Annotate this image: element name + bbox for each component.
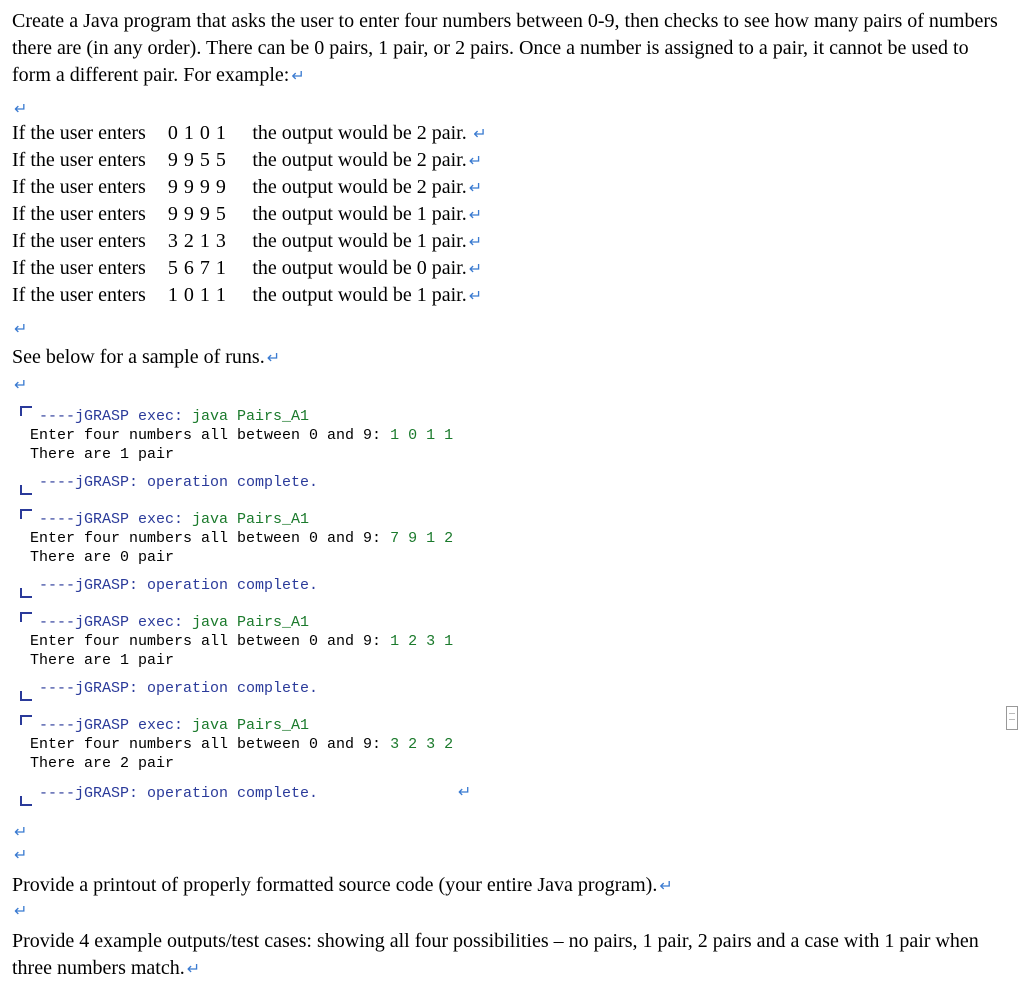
example-numbers: 5 6 7 1 [168,255,253,282]
pilcrow-icon: ↵ [289,68,304,85]
example-output: the output would be 2 pair.↵ [252,174,492,201]
console-exec-line: ----jGRASP exec: java Pairs_A1 [30,717,1012,736]
console-exec-line: ----jGRASP exec: java Pairs_A1 [30,614,1012,633]
console-prompt-line: Enter four numbers all between 0 and 9: … [30,736,1012,755]
pilcrow-icon: ↵ [12,847,27,864]
console-result-line: There are 1 pair [30,652,1012,671]
console-user-input: 1 2 3 1 [390,633,453,650]
example-lead: If the user enters [12,147,168,174]
footer-2-text: Provide 4 example outputs/test cases: sh… [12,930,979,979]
pilcrow-icon: ↵ [657,878,672,895]
pilcrow-icon: ↵ [185,961,200,978]
example-row: If the user enters9 9 9 5the output woul… [12,201,493,228]
example-output: the output would be 0 pair.↵ [252,255,492,282]
example-row: If the user enters3 2 1 3the output woul… [12,228,493,255]
example-output: the output would be 1 pair.↵ [252,201,492,228]
pilcrow-icon: ↵ [467,207,482,224]
pilcrow-icon: ↵ [438,784,471,801]
example-numbers: 0 1 0 1 [168,120,253,147]
example-row: If the user enters9 9 5 5the output woul… [12,147,493,174]
pilcrow-icon: ↵ [467,288,482,305]
console-run: ----jGRASP exec: java Pairs_A1Enter four… [20,509,1012,598]
example-lead: If the user enters [12,120,168,147]
intro-text: Create a Java program that asks the user… [12,10,998,86]
console-output: ----jGRASP exec: java Pairs_A1Enter four… [20,406,1012,806]
example-lead: If the user enters [12,201,168,228]
pilcrow-icon: ↵ [12,321,27,338]
example-lead: If the user enters [12,255,168,282]
example-lead: If the user enters [12,174,168,201]
pilcrow-icon: ↵ [12,101,27,118]
example-row: If the user enters0 1 0 1the output woul… [12,120,493,147]
example-row: If the user enters9 9 9 9the output woul… [12,174,493,201]
console-run: ----jGRASP exec: java Pairs_A1Enter four… [20,612,1012,701]
example-numbers: 9 9 9 5 [168,201,253,228]
pilcrow-icon: ↵ [467,126,487,143]
console-exec-line: ----jGRASP exec: java Pairs_A1 [30,511,1012,530]
console-complete-line: ----jGRASP: operation complete. [30,474,1012,493]
example-numbers: 9 9 9 9 [168,174,253,201]
example-row: If the user enters5 6 7 1the output woul… [12,255,493,282]
pilcrow-icon: ↵ [467,261,482,278]
example-lead: If the user enters [12,228,168,255]
console-prompt-line: Enter four numbers all between 0 and 9: … [30,633,1012,652]
example-numbers: 3 2 1 3 [168,228,253,255]
console-user-input: 3 2 3 2 [390,736,453,753]
console-result-line: There are 2 pair [30,755,1012,774]
console-prompt-line: Enter four numbers all between 0 and 9: … [30,427,1012,446]
footer-1-text: Provide a printout of properly formatted… [12,874,657,896]
footer-line-2: Provide 4 example outputs/test cases: sh… [12,928,1012,982]
see-below-text: See below for a sample of runs. [12,346,265,368]
console-run: ----jGRASP exec: java Pairs_A1Enter four… [20,715,1012,806]
example-output: the output would be 1 pair.↵ [252,282,492,309]
console-result-line: There are 0 pair [30,549,1012,568]
example-output: the output would be 2 pair.↵ [252,147,492,174]
console-complete-line: ----jGRASP: operation complete. [30,577,1012,596]
console-result-line: There are 1 pair [30,446,1012,465]
pilcrow-icon: ↵ [265,350,280,367]
console-exec-line: ----jGRASP exec: java Pairs_A1 [30,408,1012,427]
example-numbers: 9 9 5 5 [168,147,253,174]
example-numbers: 1 0 1 1 [168,282,253,309]
see-below-heading: See below for a sample of runs.↵ [12,346,1012,369]
pilcrow-icon: ↵ [467,153,482,170]
pilcrow-icon: ↵ [12,824,27,841]
pilcrow-icon: ↵ [12,377,27,394]
example-output: the output would be 2 pair. ↵ [252,120,492,147]
footer-line-1: Provide a printout of properly formatted… [12,872,1012,899]
example-lead: If the user enters [12,282,168,309]
console-complete-line: ----jGRASP: operation complete. ↵ [30,783,1012,804]
pilcrow-icon: ↵ [467,234,482,251]
console-user-input: 1 0 1 1 [390,427,453,444]
pilcrow-icon: ↵ [12,903,27,920]
console-prompt-line: Enter four numbers all between 0 and 9: … [30,530,1012,549]
console-user-input: 7 9 1 2 [390,530,453,547]
example-output: the output would be 1 pair.↵ [252,228,492,255]
example-row: If the user enters1 0 1 1the output woul… [12,282,493,309]
console-run: ----jGRASP exec: java Pairs_A1Enter four… [20,406,1012,495]
pilcrow-icon: ↵ [467,180,482,197]
console-complete-line: ----jGRASP: operation complete. [30,680,1012,699]
examples-table: If the user enters0 1 0 1the output woul… [12,120,493,309]
intro-paragraph: Create a Java program that asks the user… [12,8,1012,89]
